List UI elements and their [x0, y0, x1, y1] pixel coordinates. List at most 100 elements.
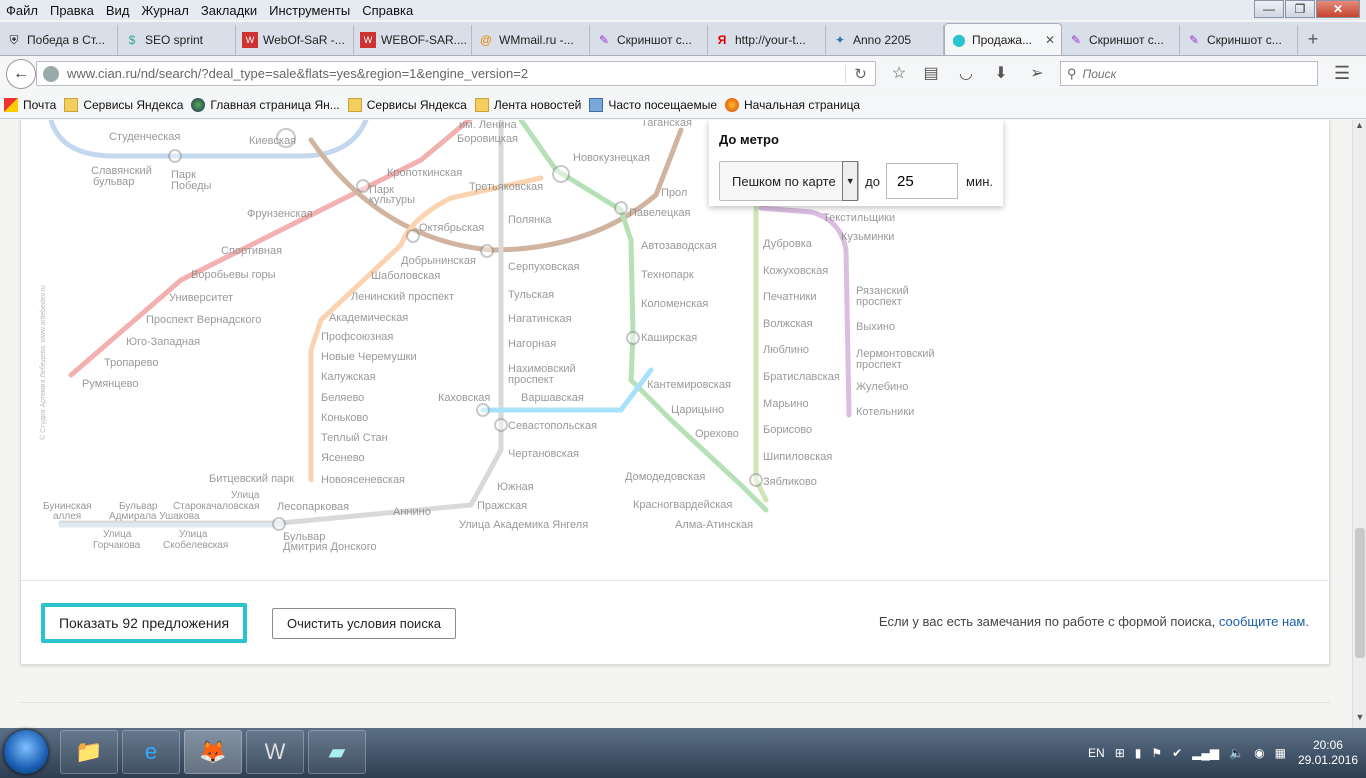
metro-station-label[interactable]: Академическая [329, 312, 408, 324]
metro-station-label[interactable]: Нагорная [508, 338, 556, 350]
metro-station-label[interactable]: Добрынинская [401, 255, 476, 267]
metro-station-label[interactable]: Новые Черемушки [321, 351, 417, 363]
network-status-icon[interactable]: ▦ [1275, 746, 1286, 760]
feedback-link[interactable]: сообщите нам [1219, 614, 1306, 629]
metro-station-label[interactable]: Каховская [438, 392, 490, 404]
metro-station-label[interactable]: Улица [103, 529, 132, 540]
metro-station-label[interactable]: Алма-Атинская [675, 519, 753, 531]
bookmark-item[interactable]: Сервисы Яндекса [347, 97, 467, 112]
bookmark-item[interactable]: Часто посещаемые [589, 97, 717, 112]
menu-file[interactable]: Файл [0, 3, 44, 18]
avast-icon[interactable]: ◉ [1254, 746, 1264, 760]
ie-icon[interactable]: e [122, 730, 180, 774]
metro-station-label[interactable]: Битцевский парк [209, 473, 294, 485]
metro-station-label[interactable]: проспект [508, 374, 554, 386]
network-icon[interactable]: ▮ [1135, 746, 1142, 760]
metro-station-label[interactable]: Третьяковская [469, 181, 543, 193]
metro-station-label[interactable]: Коломенская [641, 298, 708, 310]
travel-mode-select[interactable]: Пешком по карте ▼ [719, 161, 860, 201]
minimize-button[interactable]: — [1254, 0, 1284, 18]
tab[interactable]: $ SEO sprint [118, 25, 236, 55]
metro-station-label[interactable]: Горчакова [93, 540, 141, 551]
metro-station-label[interactable]: Люблино [763, 344, 809, 356]
metro-station-label[interactable]: Университет [169, 292, 233, 304]
bookmark-item[interactable]: Почта [4, 97, 56, 112]
metro-station-label[interactable]: бульвар [93, 176, 134, 188]
metro-station-label[interactable]: Киевская [249, 135, 296, 147]
close-tab-icon[interactable]: ✕ [1045, 33, 1055, 47]
metro-station-label[interactable]: Шипиловская [763, 451, 832, 463]
tab[interactable]: ⛨ Победа в Ст... [0, 25, 118, 55]
maximize-button[interactable]: ❐ [1285, 0, 1315, 18]
metro-station-label[interactable]: Улица Академика Янгеля [459, 519, 588, 531]
metro-station-label[interactable]: Тропарево [104, 357, 158, 369]
metro-station-label[interactable]: Калужская [321, 371, 376, 383]
hamburger-menu-icon[interactable]: ☰ [1334, 63, 1350, 84]
signal-icon[interactable]: ▂▄▆ [1192, 746, 1219, 760]
start-button[interactable] [4, 730, 48, 774]
metro-station-label[interactable]: Кузьминки [841, 231, 894, 243]
metro-station-label[interactable]: Печатники [763, 291, 816, 303]
menu-view[interactable]: Вид [100, 3, 136, 18]
metro-station-label[interactable]: Фрунзенская [247, 208, 313, 220]
tab[interactable]: W WebOf-SaR -... [236, 25, 354, 55]
metro-station-label[interactable]: Воробьевы горы [191, 269, 276, 281]
metro-station-label[interactable]: Автозаводская [641, 240, 717, 252]
metro-station-label[interactable]: культуры [369, 194, 415, 206]
menu-bookmarks[interactable]: Закладки [195, 3, 263, 18]
language-indicator[interactable]: EN [1088, 746, 1105, 760]
metro-station-label[interactable]: Прол [661, 187, 687, 199]
metro-station-label[interactable]: Юго-Западная [126, 336, 200, 348]
metro-station-label[interactable]: проспект [856, 359, 902, 371]
url-bar[interactable]: www.cian.ru/nd/search/?deal_type=sale&fl… [36, 61, 876, 86]
metro-station-label[interactable]: Каширская [641, 332, 697, 344]
menu-help[interactable]: Справка [356, 3, 419, 18]
metro-station-label[interactable]: Павелецкая [629, 207, 691, 219]
tab[interactable]: W WEBOF-SAR.... [354, 25, 472, 55]
pocket-icon[interactable]: ◡ [955, 63, 977, 85]
metro-station-label[interactable]: Кантемировская [647, 379, 731, 391]
metro-station-label[interactable]: Новоясеневская [321, 474, 405, 486]
bookmark-item[interactable]: Сервисы Яндекса [64, 97, 183, 112]
back-button[interactable]: ← [6, 59, 36, 89]
menu-tools[interactable]: Инструменты [263, 3, 356, 18]
metro-station-label[interactable]: Технопарк [641, 269, 694, 281]
firefox-icon[interactable]: 🦊 [184, 730, 242, 774]
search-bar[interactable]: ⚲ [1060, 61, 1318, 86]
bookmark-star-icon[interactable]: ☆ [888, 63, 910, 85]
metro-station-label[interactable]: Профсоюзная [321, 331, 393, 343]
metro-station-label[interactable]: Румянцево [82, 378, 138, 390]
metro-station-label[interactable]: Домодедовская [625, 471, 705, 483]
metro-station-label[interactable]: Улица [179, 529, 208, 540]
metro-station-label[interactable]: Аннино [393, 506, 431, 518]
metro-station-label[interactable]: Выхино [856, 321, 895, 333]
metro-station-label[interactable]: Коньково [321, 412, 368, 424]
scrollbar-thumb[interactable] [1355, 528, 1365, 658]
metro-station-label[interactable]: Зябликово [763, 476, 817, 488]
metro-station-label[interactable]: Дмитрия Донского [283, 541, 377, 553]
metro-station-label[interactable]: Чертановская [508, 448, 579, 460]
windows-flag-icon[interactable]: ⊞ [1115, 746, 1125, 760]
url-text[interactable]: www.cian.ru/nd/search/?deal_type=sale&fl… [67, 66, 845, 81]
new-tab-button[interactable]: + [1298, 25, 1328, 55]
metro-station-label[interactable]: Таганская [641, 120, 692, 129]
metro-station-label[interactable]: Лесопарковая [277, 501, 349, 513]
notepad-icon[interactable]: ▰ [308, 730, 366, 774]
metro-station-label[interactable]: Шаболовская [371, 270, 440, 282]
metro-station-label[interactable]: Волжская [763, 318, 813, 330]
metro-station-label[interactable]: Теплый Стан [321, 432, 388, 444]
metro-station-label[interactable]: Спортивная [221, 245, 282, 257]
bookmark-item[interactable]: Лента новостей [474, 97, 581, 112]
metro-station-label[interactable]: Ясенево [321, 452, 365, 464]
volume-icon[interactable]: 🔈 [1229, 746, 1244, 760]
metro-station-label[interactable]: Серпуховская [508, 261, 580, 273]
metro-station-label[interactable]: проспект [856, 296, 902, 308]
bookmark-item[interactable]: Главная страница Ян... [191, 97, 340, 112]
minutes-input[interactable] [886, 163, 958, 199]
wot-icon[interactable]: W [246, 730, 304, 774]
menu-history[interactable]: Журнал [135, 3, 194, 18]
metro-station-label[interactable]: Полянка [508, 214, 552, 226]
search-input[interactable] [1082, 66, 1303, 81]
show-offers-button[interactable]: Показать 92 предложения [41, 603, 247, 643]
metro-station-label[interactable]: Нагатинская [508, 313, 572, 325]
